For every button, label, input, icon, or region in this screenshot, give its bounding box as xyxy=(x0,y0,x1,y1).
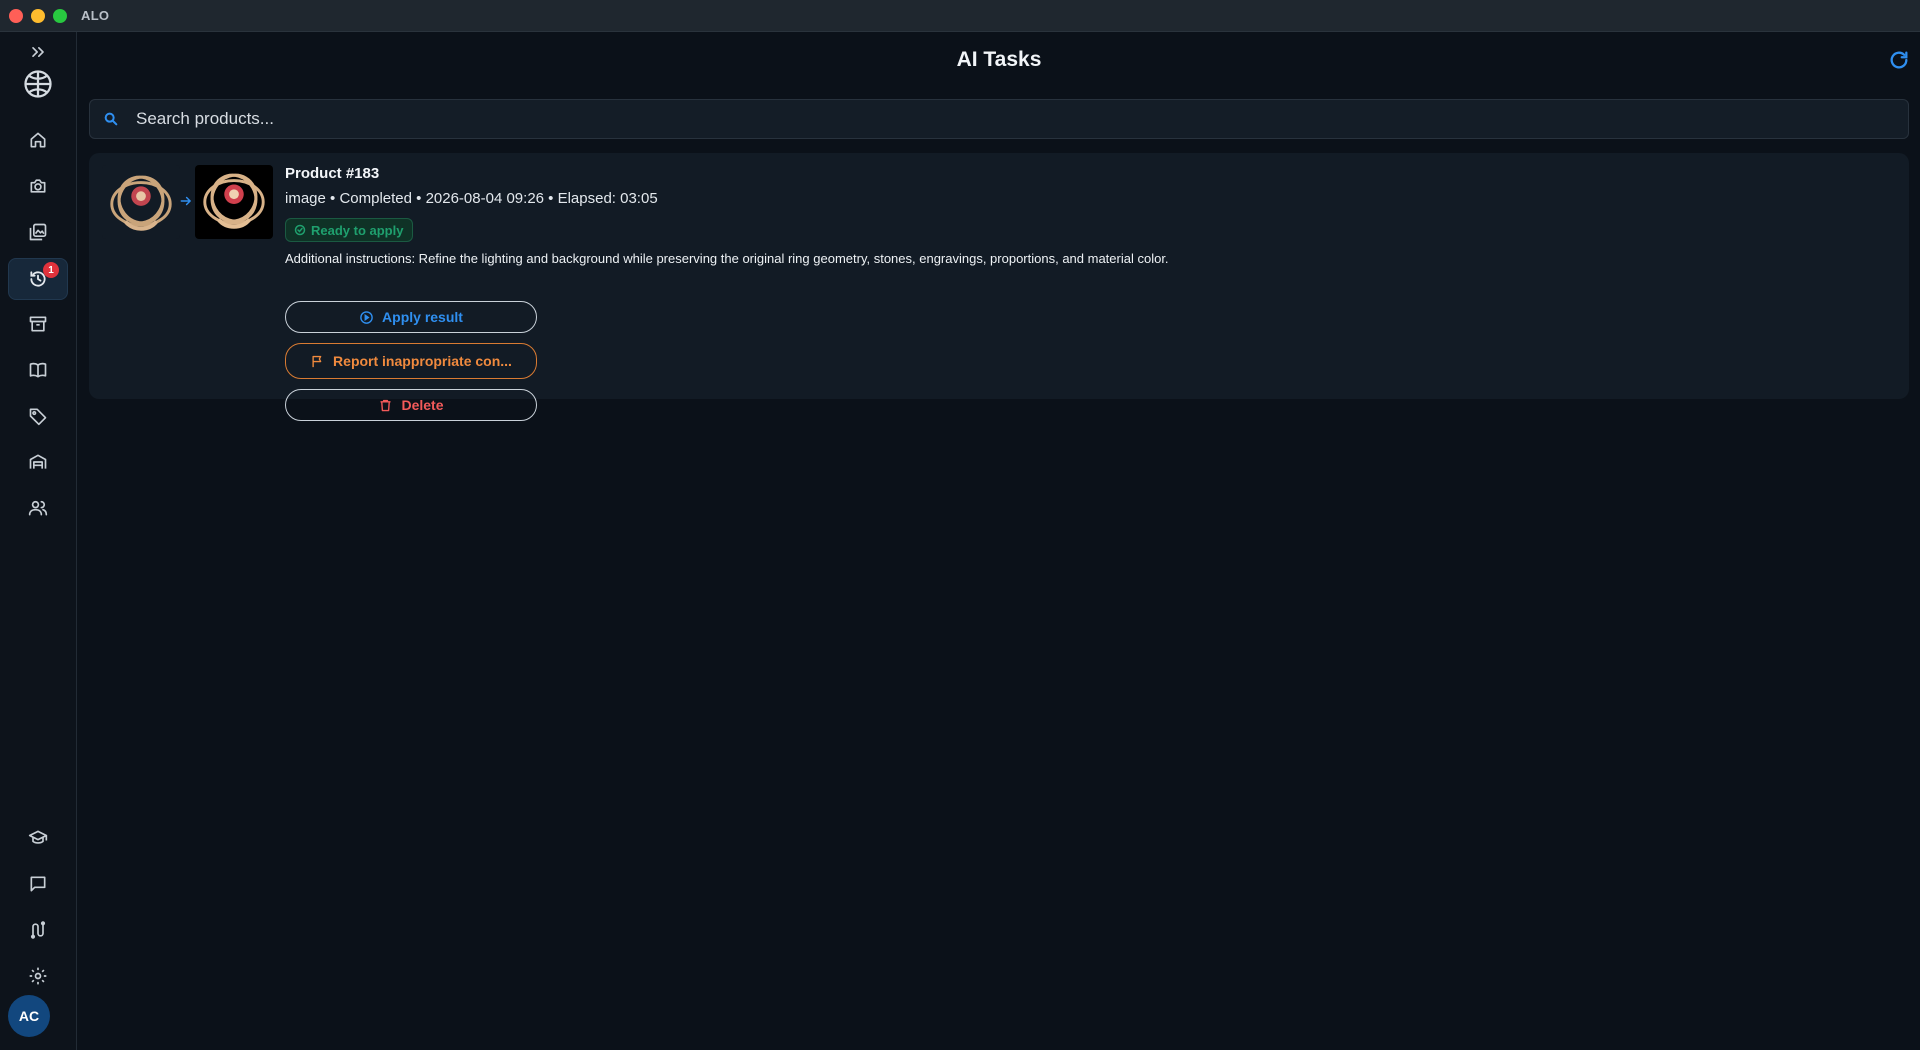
delete-label: Delete xyxy=(401,397,444,413)
report-content-label: Report inappropriate con... xyxy=(333,353,512,369)
result-image-thumbnail[interactable] xyxy=(195,165,273,239)
trash-icon xyxy=(380,399,391,411)
page-title: AI Tasks xyxy=(956,48,1042,71)
apply-result-button[interactable]: Apply result xyxy=(285,301,537,333)
ring-image xyxy=(203,173,265,229)
close-window-button[interactable] xyxy=(9,8,23,23)
sidebar-item-learning[interactable] xyxy=(8,818,68,858)
ring-image xyxy=(110,175,172,231)
sidebar-item-messages[interactable] xyxy=(8,864,68,904)
delete-button[interactable]: Delete xyxy=(285,389,537,421)
sidebar-item-catalog[interactable] xyxy=(8,350,68,390)
search-input[interactable] xyxy=(136,101,1908,137)
report-content-button[interactable]: Report inappropriate con... xyxy=(285,343,537,379)
warehouse-icon xyxy=(29,454,47,469)
flag-icon xyxy=(312,355,322,367)
task-card: Product #183 image • Completed • 2026-08… xyxy=(89,153,1909,421)
gear-icon xyxy=(29,967,47,985)
users-icon xyxy=(28,500,48,516)
chat-icon xyxy=(30,876,46,892)
play-circle-icon xyxy=(360,310,373,324)
sidebar-logo[interactable] xyxy=(8,62,68,106)
expand-icon xyxy=(32,47,44,58)
sidebar-item-camera[interactable] xyxy=(8,166,68,206)
refresh-icon[interactable] xyxy=(1888,49,1910,71)
school-icon xyxy=(28,830,48,844)
task-instructions: Additional instructions: Refine the ligh… xyxy=(285,251,1169,266)
status-text: Ready to apply xyxy=(311,222,404,238)
sidebar-item-routes[interactable] xyxy=(8,910,68,950)
home-icon xyxy=(30,132,46,148)
window-titlebar: ALO xyxy=(0,0,1920,32)
task-meta: image • Completed • 2026-08-04 09:26 • E… xyxy=(285,190,658,207)
zoom-window-button[interactable] xyxy=(53,8,67,23)
book-icon xyxy=(29,362,47,378)
main-content: AI Tasks Search products... Product #183… xyxy=(78,32,1920,1050)
tag-icon xyxy=(29,408,47,426)
apply-result-label: Apply result xyxy=(382,309,463,325)
search-bar xyxy=(89,99,1909,139)
status-badge: Ready to apply xyxy=(285,218,414,242)
task-title: Product #183 xyxy=(285,165,380,182)
sidebar: 1 AC xyxy=(0,32,77,1050)
gallery-icon xyxy=(29,223,47,241)
sidebar-item-archive[interactable] xyxy=(8,304,68,344)
notification-badge: 1 xyxy=(43,262,59,278)
world-icon xyxy=(24,70,52,98)
sidebar-item-settings[interactable] xyxy=(8,956,68,996)
app-title: ALO xyxy=(81,8,110,23)
window-controls xyxy=(9,8,67,23)
sidebar-item-users[interactable] xyxy=(8,488,68,528)
route-icon xyxy=(30,921,46,939)
check-circle-icon xyxy=(294,224,306,236)
sidebar-item-ai-tasks[interactable]: 1 xyxy=(8,258,68,300)
avatar[interactable]: AC xyxy=(8,995,50,1037)
minimize-window-button[interactable] xyxy=(31,8,45,23)
search-icon xyxy=(104,112,118,126)
camera-icon xyxy=(30,179,46,193)
sidebar-item-home[interactable] xyxy=(8,120,68,160)
sidebar-item-gallery[interactable] xyxy=(8,212,68,252)
sidebar-item-tags[interactable] xyxy=(8,396,68,436)
original-image-thumbnail[interactable] xyxy=(102,165,180,239)
arrow-right-icon xyxy=(180,196,192,206)
sidebar-item-warehouse[interactable] xyxy=(8,442,68,482)
archive-icon xyxy=(29,316,47,332)
task-info: Product #183 image • Completed • 2026-08… xyxy=(285,165,1885,269)
